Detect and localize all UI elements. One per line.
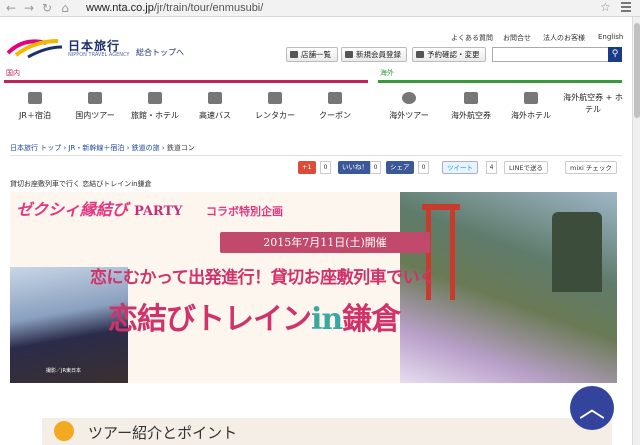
bookmark-star-icon[interactable]: ☆ xyxy=(600,0,611,14)
faq-link[interactable]: よくある質問 xyxy=(451,33,493,43)
nav-rental-car[interactable]: レンタカー xyxy=(246,92,304,121)
search-icon: ⚲ xyxy=(611,49,619,59)
tour-intro-section: ツアー紹介とポイント xyxy=(42,418,612,445)
nav-coupon[interactable]: クーポン xyxy=(306,92,364,121)
domestic-label: 国内 xyxy=(6,69,20,77)
pencil-icon xyxy=(345,51,353,58)
dog-icon xyxy=(88,92,102,104)
overseas-bar xyxy=(378,80,622,83)
tweet-count: 4 xyxy=(486,161,497,174)
forward-icon[interactable]: → xyxy=(22,1,36,15)
domestic-bar xyxy=(4,80,368,83)
store-list-button[interactable]: 店舗一覧 xyxy=(286,47,338,62)
fb-like-button[interactable]: いいね！ xyxy=(338,161,372,174)
user-icon xyxy=(416,51,424,58)
gplus-button[interactable]: +1 xyxy=(298,161,316,174)
browser-menu-icon[interactable] xyxy=(621,2,631,12)
car-icon xyxy=(268,92,282,104)
nav-ryokan-hotel[interactable]: 旅館・ホテル xyxy=(126,92,184,121)
banner-brand: ゼクシィ縁結び PARTY xyxy=(16,200,183,219)
nav-jr-hotel[interactable]: JR＋宿泊 xyxy=(6,92,64,121)
mixi-button[interactable]: mixi チェック xyxy=(565,161,617,174)
train-icon xyxy=(28,92,42,104)
section-title: ツアー紹介とポイント xyxy=(88,424,238,442)
logo-swoosh-icon xyxy=(6,39,63,59)
banner-date: 2015年7月11日(土)開催 xyxy=(220,232,430,253)
banner-title: 恋結びトレインin鎌倉 xyxy=(108,302,401,337)
english-link[interactable]: English xyxy=(598,33,623,41)
banner-sub: コラボ特別企画 xyxy=(206,205,283,218)
page-title: 貸切お座敷列車で行く 恋結びトレインin鎌倉 xyxy=(10,180,152,188)
reload-icon[interactable]: ↻ xyxy=(40,1,54,15)
tram-photo xyxy=(552,212,602,292)
store-icon xyxy=(290,51,298,58)
line-button[interactable]: LINEで送る xyxy=(504,161,549,174)
breadcrumb: 日本旅行 トップ › JR・新幹線＋宿泊 › 鉄道の旅 › 鉄道コン xyxy=(10,144,195,152)
scrollbar-thumb[interactable] xyxy=(634,23,640,118)
banner-tagline: 恋にむかって出発進行！貸切お座敷列車でいく xyxy=(90,268,436,288)
nav-overseas-tour[interactable]: 海外ツアー xyxy=(380,92,438,121)
back-icon[interactable]: ← xyxy=(4,1,18,15)
breadcrumb-item[interactable]: 鉄道の旅 xyxy=(132,144,160,152)
corporate-link[interactable]: 法人のお客様 xyxy=(543,33,585,43)
bus-icon xyxy=(208,92,222,104)
nav-overseas-air[interactable]: 海外航空券 xyxy=(442,92,500,121)
breadcrumb-current: 鉄道コン xyxy=(166,144,195,152)
contact-link[interactable]: お問合せ xyxy=(503,33,531,43)
breadcrumb-item[interactable]: JR・新幹線＋宿泊 xyxy=(68,144,124,152)
browser-toolbar: ← → ↻ ⌂ www.nta.co.jp/jr/train/tour/enmu… xyxy=(0,0,640,17)
register-button[interactable]: 新規会員登録 xyxy=(341,47,407,62)
overseas-label: 海外 xyxy=(380,69,394,77)
reservation-check-button[interactable]: 予約確認・変更 xyxy=(412,47,486,62)
globe-icon xyxy=(402,92,416,104)
share-count: 0 xyxy=(418,161,429,174)
portal-top-link[interactable]: 総合トップへ xyxy=(136,47,184,58)
hotel-icon xyxy=(148,92,162,104)
search-button[interactable]: ⚲ xyxy=(608,47,622,62)
nav-overseas-air-hotel[interactable]: 海外航空券 + ホテル xyxy=(560,92,626,116)
scrollbar[interactable] xyxy=(632,17,640,445)
search-input[interactable] xyxy=(492,47,609,62)
tweet-button[interactable]: ツイート xyxy=(442,161,478,174)
crown-icon xyxy=(54,421,74,441)
fb-like-count: 0 xyxy=(370,161,381,174)
divider xyxy=(10,155,622,156)
nav-overseas-hotel[interactable]: 海外ホテル xyxy=(502,92,560,121)
gplus-count: 0 xyxy=(320,161,331,174)
fb-share-button[interactable]: シェア xyxy=(386,161,414,174)
hero-banner[interactable]: ゼクシィ縁結び PARTY コラボ特別企画 2015年7月11日(土)開催 恋にむ… xyxy=(10,192,617,383)
address-bar[interactable]: www.nta.co.jp/jr/train/tour/enmusubi/ xyxy=(86,1,263,15)
airplane-icon xyxy=(464,92,478,104)
breadcrumb-item[interactable]: 日本旅行 トップ xyxy=(10,144,61,152)
ticket-icon xyxy=(328,92,342,104)
logo-subtitle: NIPPON TRAVEL AGENCY xyxy=(68,52,130,58)
back-to-top-button[interactable]: ︿ xyxy=(570,386,614,430)
chevron-up-icon: ︿ xyxy=(578,394,605,424)
nav-highway-bus[interactable]: 高速バス xyxy=(186,92,244,121)
building-icon xyxy=(524,92,538,104)
home-icon[interactable]: ⌂ xyxy=(58,1,72,15)
nav-domestic-tour[interactable]: 国内ツアー xyxy=(66,92,124,121)
photo-caption: 撮影／JR東日本 xyxy=(46,368,81,374)
